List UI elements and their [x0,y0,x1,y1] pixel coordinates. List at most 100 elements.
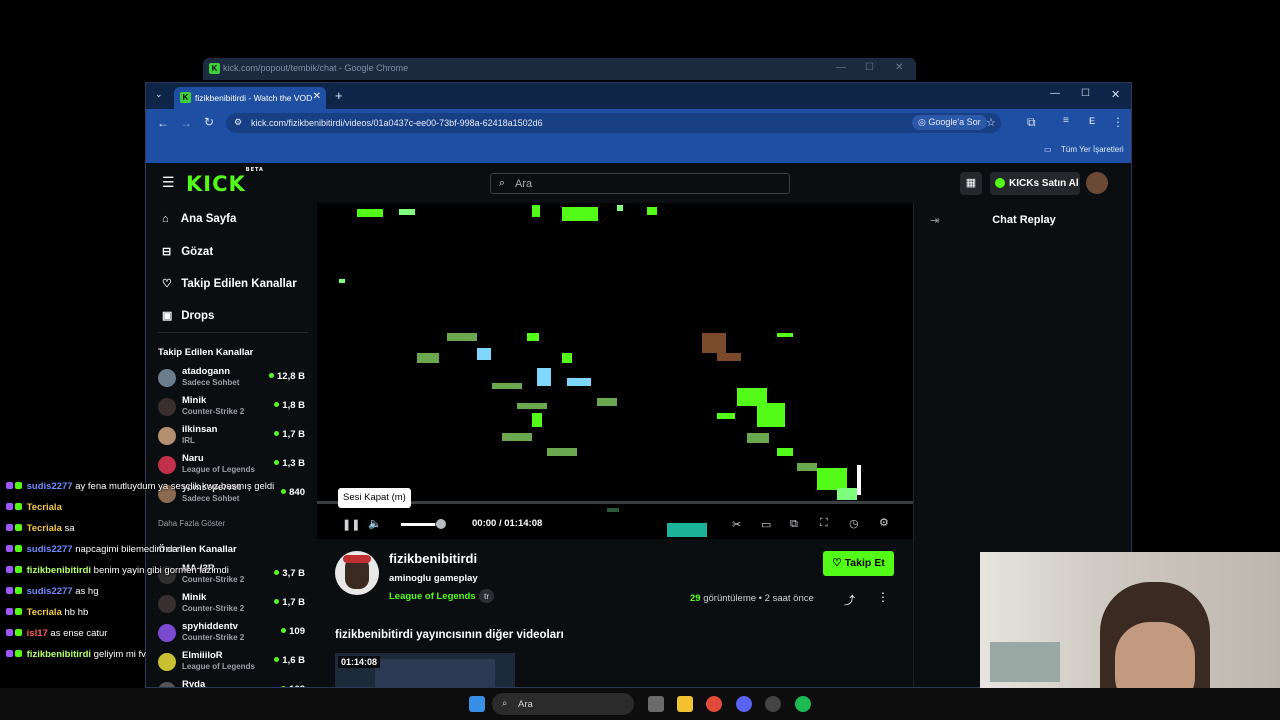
channel-row[interactable]: Minik Counter-Strike 2 1,8 B [158,395,308,423]
volume-slider[interactable] [401,523,441,526]
overlay-chat-message: fizikbenibitirdi benim yayin gibi gormen… [6,565,229,576]
glitch-block [717,353,741,361]
kick-favicon-icon: K [209,63,220,74]
folder-icon: ▭ [1044,145,1052,154]
sidebar-item-drops[interactable]: ▣ Drops [162,309,214,322]
minimize-icon[interactable]: — [836,62,846,73]
close-icon[interactable]: ✕ [1111,88,1120,101]
task-view-icon[interactable] [648,696,664,712]
new-tab-icon[interactable]: + [335,88,343,103]
fullscreen-icon[interactable]: ⛶ [820,517,828,530]
ask-google-button[interactable]: ◎ Google'a Sor [912,115,987,130]
badge-icon [15,482,22,489]
hamburger-menu-icon[interactable]: ☰ [162,174,175,191]
spotify-icon[interactable] [795,696,811,712]
nav-label: Gözat [181,246,214,258]
badge-icon [15,524,22,531]
channel-row[interactable]: Ryda162 [158,679,308,687]
streamer-avatar[interactable] [335,551,379,595]
glitch-block [357,209,383,217]
badge-icon [6,566,13,573]
discord-icon[interactable] [736,696,752,712]
glitch-block [517,403,547,409]
channel-row[interactable]: Naru League of Legends 1,3 B [158,453,308,481]
viewer-count: 1,7 B [274,429,305,440]
language-tag[interactable]: tr [479,589,495,603]
user-avatar[interactable] [1086,172,1108,194]
views-count: 29 [690,593,701,604]
volume-icon[interactable]: 🔈 [368,517,382,530]
app-icon[interactable] [765,696,781,712]
url-field[interactable]: ⚙ kick.com/fizikbenibitirdi/videos/01a04… [226,113,1001,133]
back-icon[interactable]: ← [157,116,169,130]
clip-icon[interactable]: ✂ [732,518,741,531]
follow-button[interactable]: ♡ Takip Et [823,551,894,576]
chat-username: isl17 [26,628,48,639]
maximize-icon[interactable]: ☐ [865,62,874,73]
follow-label: Takip Et [844,557,885,569]
chrome-icon[interactable] [706,696,722,712]
bookmark-star-icon[interactable]: ☆ [986,116,996,129]
overlay-chat: sudis2277 ay fena mutluydum ya sesçlik k… [0,478,340,678]
tab-list-chevron-icon[interactable]: ⌄ [155,89,163,100]
background-chrome-window[interactable]: K kick.com/popout/tembik/chat - Google C… [203,58,916,80]
profile-icon[interactable]: E [1089,116,1095,126]
time-total: 01:14:08 [504,518,543,529]
dashboard-icon[interactable]: ▦ [960,172,982,195]
stream-category[interactable]: League of Legends [389,591,476,602]
heart-icon: ♡ [832,557,845,569]
views-label: görüntüleme [703,593,757,604]
maximize-icon[interactable]: ☐ [1081,88,1090,99]
nav-label: Ana Sayfa [180,213,237,225]
forward-icon[interactable]: → [180,116,192,130]
all-bookmarks-link[interactable]: Tüm Yer İşaretleri [1061,145,1124,154]
more-options-icon[interactable]: ⋮ [877,590,889,604]
glitch-block [399,209,415,215]
theater-icon[interactable]: ▭ [761,518,771,531]
share-icon[interactable]: ⤴ [844,592,855,608]
browser-tab[interactable]: K fizikbenibitirdi - Watch the VOD ✕ [174,87,326,109]
badge-icon [15,608,22,615]
viewer-count: 1,3 B [274,458,305,469]
tab-title: fizikbenibitirdi - Watch the VOD [195,93,313,103]
glitch-block [647,207,657,215]
reading-list-icon[interactable]: ≡ [1063,115,1069,126]
kick-logo[interactable]: KICKBETA [186,167,264,196]
minimize-icon[interactable]: — [1050,88,1060,99]
search-input[interactable]: ⌕ Ara [490,173,790,194]
volume-knob[interactable] [436,519,446,529]
site-info-icon[interactable]: ⚙ [234,117,242,128]
sidebar-item-home[interactable]: ⌂ Ana Sayfa [162,213,236,225]
heart-icon: ♡ [162,278,172,290]
nav-label: Takip Edilen Kanallar [181,278,297,290]
tab-close-icon[interactable]: ✕ [313,91,321,102]
pause-icon[interactable]: ❚❚ [342,518,360,531]
windows-start-icon[interactable] [469,696,485,712]
video-thumbnail[interactable]: 01:14:08 [335,653,515,687]
divider [158,332,308,333]
channel-name: Naru [182,453,204,464]
buy-kicks-button[interactable]: KICKs Satın Al [990,172,1080,195]
pip-icon[interactable]: ⧉ [790,518,798,531]
channel-row[interactable]: ilkinsan IRL 1,7 B [158,424,308,452]
reload-icon[interactable]: ↻ [204,115,214,129]
video-player[interactable]: ❚❚ 🔈 00:00 / 01:14:08 ✂ ▭ ⧉ ⛶ ◷ ⚙ Sesi K… [317,203,913,539]
url-text: kick.com/fizikbenibitirdi/videos/01a0437… [251,118,543,128]
webcam-shelf [990,642,1060,682]
streamer-name[interactable]: fizikbenibitirdi [389,551,477,566]
file-explorer-icon[interactable] [677,696,693,712]
glitch-block [837,488,857,500]
sidebar-item-following[interactable]: ♡ Takip Edilen Kanallar [162,277,297,290]
extensions-icon[interactable]: ⧉ [1027,115,1036,130]
channel-row[interactable]: atadogann Sadece Sohbet 12,8 B [158,366,308,394]
settings-gear-icon[interactable]: ⚙ [879,516,889,529]
sidebar-item-browse[interactable]: ⊟ Gözat [162,245,213,258]
chrome-menu-icon[interactable]: ⋮ [1112,115,1124,129]
badge-icon [6,482,13,489]
taskbar-search[interactable]: ⌕ Ara [492,693,634,715]
chat-message: sa [64,523,75,534]
chat-username: fizikbenibitirdi [26,649,92,660]
avatar-cap [343,555,371,563]
speed-icon[interactable]: ◷ [849,517,859,530]
close-icon[interactable]: ✕ [895,62,903,73]
